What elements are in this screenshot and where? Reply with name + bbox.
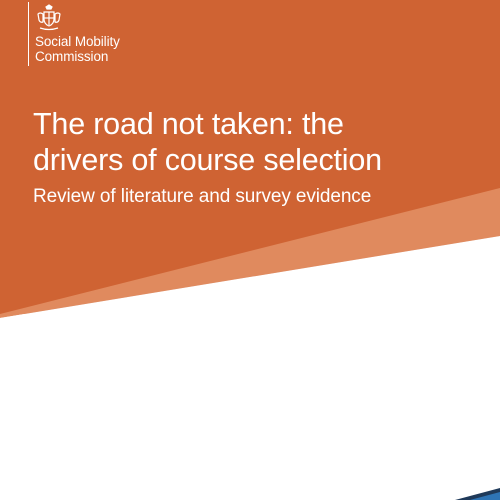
commission-logo: Social Mobility Commission [28,2,120,66]
logo-text-line1: Social Mobility [35,34,120,49]
cover-background [0,0,500,500]
title-line-1: The road not taken: the [33,107,344,141]
royal-coat-of-arms-icon [37,4,61,31]
document-title: The road not taken: the drivers of cours… [33,106,493,178]
title-line-2: drivers of course selection [33,143,382,177]
document-subtitle: Review of literature and survey evidence [33,186,372,207]
logo-text-line2: Commission [35,49,109,64]
logo-divider [28,2,29,66]
